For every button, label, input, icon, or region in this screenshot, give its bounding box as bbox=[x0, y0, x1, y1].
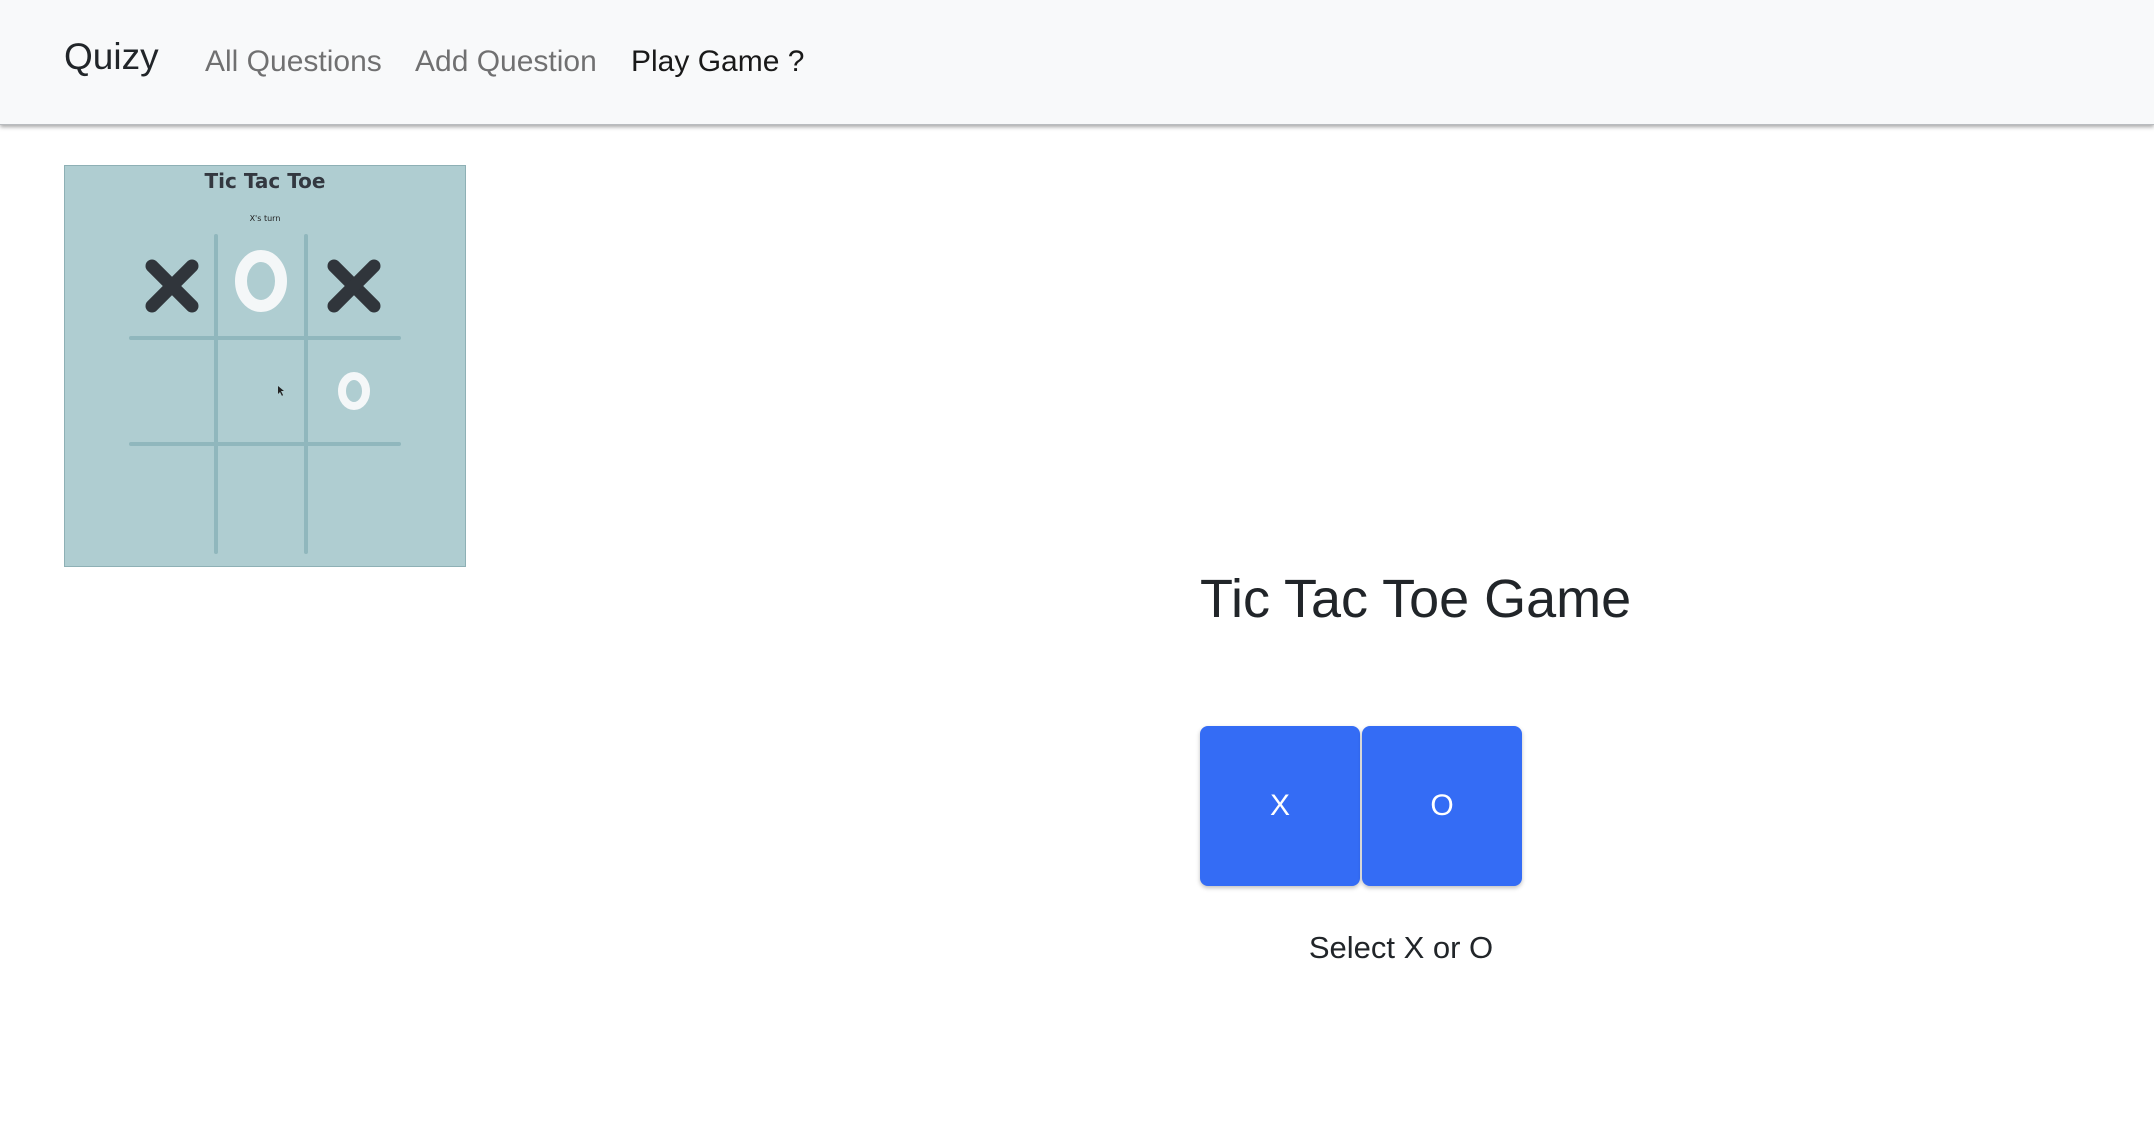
preview-marks bbox=[145, 250, 381, 410]
top-navbar: Quizy All Questions Add Question Play Ga… bbox=[0, 0, 2154, 125]
choose-x-button[interactable]: X bbox=[1200, 726, 1360, 886]
preview-o-mark bbox=[338, 372, 370, 410]
preview-title: Tic Tac Toe bbox=[205, 169, 326, 193]
nav-link-all-questions[interactable]: All Questions bbox=[205, 45, 382, 79]
nav-link-add-question[interactable]: Add Question bbox=[415, 45, 597, 79]
preview-board-graphic: Tic Tac Toe X's turn bbox=[129, 169, 401, 554]
game-title: Tic Tac Toe Game bbox=[1200, 569, 1632, 629]
preview-turn-text: X's turn bbox=[250, 214, 281, 223]
brand-link[interactable]: Quizy bbox=[64, 36, 159, 78]
cursor-icon bbox=[278, 386, 284, 396]
preview-x-mark bbox=[327, 259, 381, 313]
select-hint-text: Select X or O bbox=[1308, 930, 1494, 965]
choose-o-button[interactable]: O bbox=[1362, 726, 1522, 886]
tic-tac-toe-preview-image: Tic Tac Toe X's turn bbox=[64, 165, 466, 567]
preview-o-mark bbox=[235, 250, 287, 312]
nav-link-play-game[interactable]: Play Game ? bbox=[631, 45, 804, 79]
preview-x-mark bbox=[145, 259, 199, 313]
